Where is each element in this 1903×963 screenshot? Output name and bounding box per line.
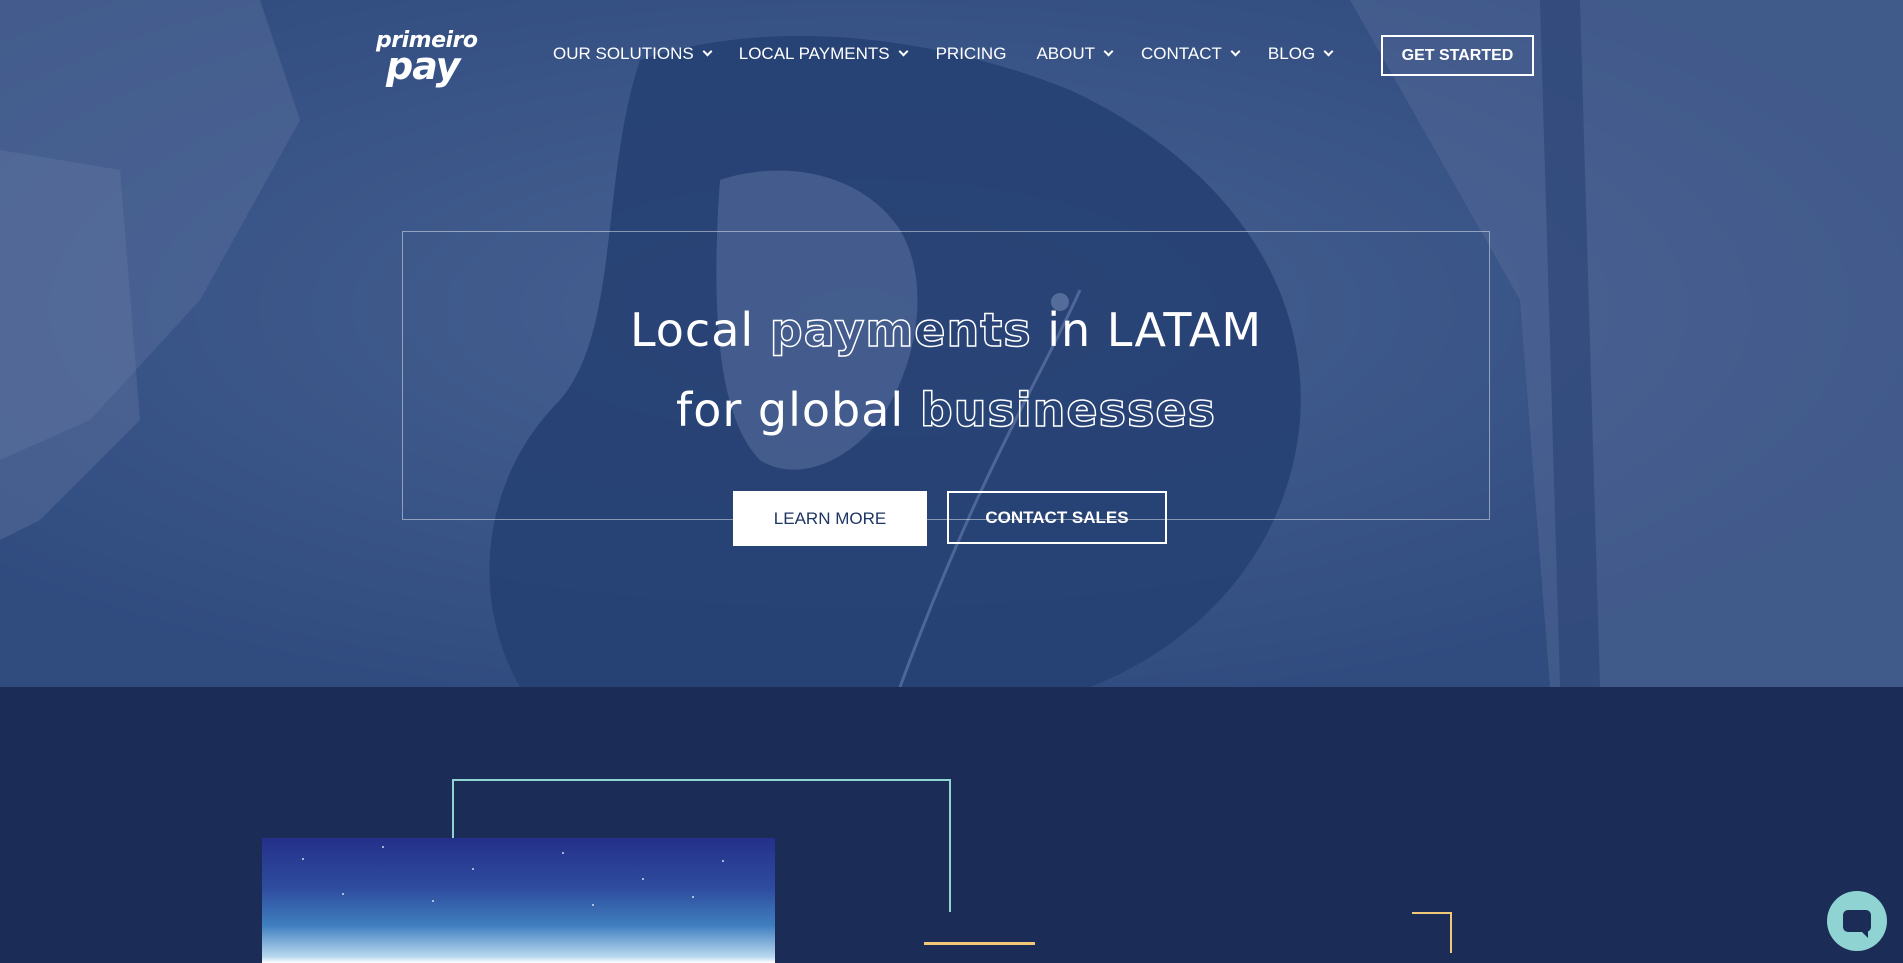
nav-label: BLOG bbox=[1267, 44, 1316, 63]
star-decoration bbox=[342, 893, 344, 895]
logo-text-bottom: pay bbox=[386, 44, 460, 88]
headline-text: for global bbox=[676, 383, 920, 437]
hero-headline: Local payments in LATAM for global busin… bbox=[402, 290, 1490, 450]
learn-more-button[interactable]: LEARN MORE bbox=[733, 491, 927, 546]
hero-section: primeiro pay OUR SOLUTIONS LOCAL PAYMENT… bbox=[0, 0, 1903, 687]
nav-item-blog[interactable]: BLOG bbox=[1267, 44, 1334, 64]
nav-item-contact[interactable]: CONTACT bbox=[1141, 44, 1241, 64]
nav-label: CONTACT bbox=[1141, 44, 1222, 63]
site-header: primeiro pay OUR SOLUTIONS LOCAL PAYMENT… bbox=[0, 0, 1903, 110]
star-decoration bbox=[302, 858, 304, 860]
nav-label: PRICING bbox=[935, 44, 1007, 63]
nav-item-about[interactable]: ABOUT bbox=[1036, 44, 1114, 64]
star-decoration bbox=[382, 846, 384, 848]
gold-accent-line bbox=[924, 942, 1035, 945]
chevron-down-icon bbox=[702, 46, 713, 57]
nav-item-our-solutions[interactable]: OUR SOLUTIONS bbox=[553, 44, 713, 64]
headline-emphasis: payments bbox=[769, 302, 1032, 358]
star-decoration bbox=[642, 878, 644, 880]
star-decoration bbox=[562, 852, 564, 854]
headline-text: in LATAM bbox=[1031, 303, 1263, 357]
chat-bubble-icon bbox=[1843, 910, 1871, 938]
nav-label: LOCAL PAYMENTS bbox=[738, 44, 890, 63]
nav-label: ABOUT bbox=[1036, 44, 1095, 63]
chat-widget-button[interactable] bbox=[1827, 891, 1887, 951]
gold-accent-bracket bbox=[1412, 912, 1452, 953]
nav-item-local-payments[interactable]: LOCAL PAYMENTS bbox=[738, 44, 909, 64]
star-decoration bbox=[692, 896, 694, 898]
chevron-down-icon bbox=[1323, 46, 1334, 57]
chevron-down-icon bbox=[1103, 46, 1114, 57]
contact-sales-button[interactable]: CONTACT SALES bbox=[947, 491, 1167, 544]
chevron-down-icon bbox=[1230, 46, 1241, 57]
star-decoration bbox=[432, 900, 434, 902]
chevron-down-icon bbox=[898, 46, 909, 57]
night-sky-image bbox=[262, 838, 775, 963]
headline-text: Local bbox=[629, 303, 770, 357]
star-decoration bbox=[592, 904, 594, 906]
get-started-button[interactable]: GET STARTED bbox=[1381, 35, 1534, 76]
nav-label: OUR SOLUTIONS bbox=[553, 44, 694, 63]
primeiro-pay-logo[interactable]: primeiro pay bbox=[372, 26, 482, 88]
main-menu: OUR SOLUTIONS LOCAL PAYMENTS PRICING ABO… bbox=[553, 44, 1334, 64]
star-decoration bbox=[722, 860, 724, 862]
headline-emphasis: businesses bbox=[919, 382, 1216, 438]
nav-item-pricing[interactable]: PRICING bbox=[936, 44, 1007, 64]
star-decoration bbox=[472, 868, 474, 870]
